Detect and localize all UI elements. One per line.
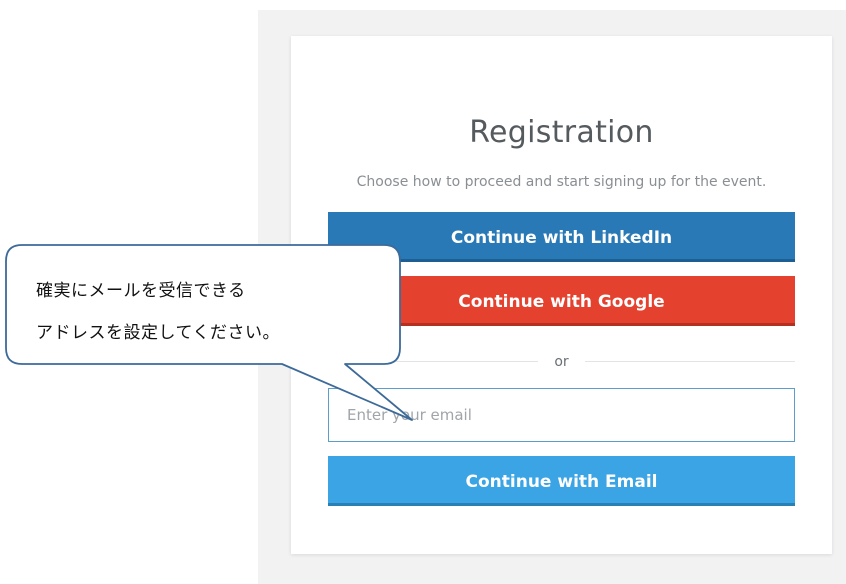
page-title: Registration <box>469 115 654 150</box>
page-subtitle: Choose how to proceed and start signing … <box>356 174 767 190</box>
continue-with-google-button[interactable]: Continue with Google <box>328 276 795 326</box>
callout-text-line2: アドレスを設定してください。 <box>36 323 280 343</box>
callout-text-line1: 確実にメールを受信できる <box>36 281 246 301</box>
screen: Registration Choose how to proceed and s… <box>0 0 846 584</box>
divider-label: or <box>554 354 569 370</box>
or-divider: or <box>328 352 795 372</box>
continue-with-email-button[interactable]: Continue with Email <box>328 456 795 506</box>
continue-with-linkedin-button[interactable]: Continue with LinkedIn <box>328 212 795 262</box>
email-input[interactable] <box>328 388 795 442</box>
